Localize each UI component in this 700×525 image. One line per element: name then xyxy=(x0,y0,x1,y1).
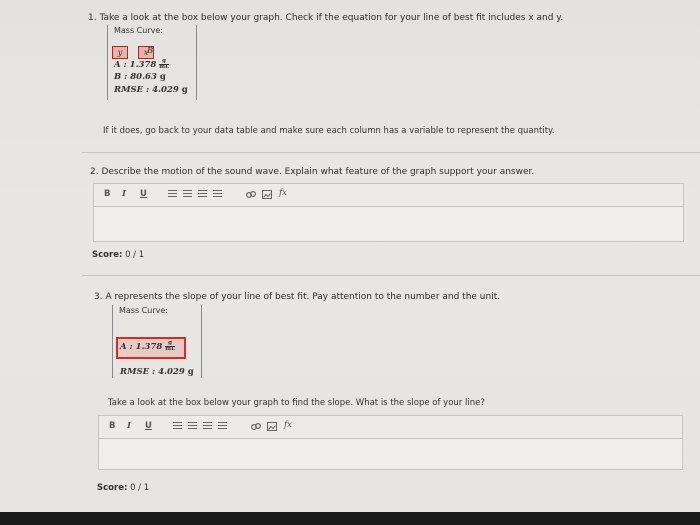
a-unit: g mL xyxy=(165,340,175,352)
a-value: A : 1.378 xyxy=(120,342,163,352)
answer-3-input[interactable] xyxy=(98,438,683,470)
indent-icon[interactable] xyxy=(213,190,222,198)
a-unit: g mL xyxy=(159,58,169,70)
outdent-icon[interactable] xyxy=(198,190,207,198)
a-value: A : 1.378 xyxy=(114,60,157,70)
numbered-list-icon[interactable] xyxy=(183,190,192,198)
answer-2-input[interactable] xyxy=(93,206,684,242)
score-2: Score: 0 / 1 xyxy=(92,250,145,260)
bold-button[interactable]: B xyxy=(109,420,115,432)
b-symbol: B xyxy=(147,46,154,56)
bullet-list-icon[interactable] xyxy=(168,190,177,198)
rmse-value-line: RMSE : 4.029 g xyxy=(114,85,188,95)
question-3-prompt: Take a look at the box below your graph … xyxy=(108,398,485,408)
formula-icon[interactable]: fx xyxy=(279,187,287,199)
b-value-line: B : 80.63 g xyxy=(114,72,166,82)
bullet-list-icon[interactable] xyxy=(173,422,182,430)
screen: 1. Take a look at the box below your gra… xyxy=(0,0,700,512)
mass-curve-box-3: Mass Curve: A : 1.378 g mL RMSE : 4.029 g xyxy=(112,305,202,378)
italic-button[interactable]: I xyxy=(122,188,126,200)
mass-curve-title: Mass Curve: xyxy=(119,306,168,315)
italic-button[interactable]: I xyxy=(127,420,131,432)
link-icon[interactable] xyxy=(246,190,256,199)
underline-button[interactable]: U xyxy=(140,188,147,200)
mass-curve-box-1: Mass Curve: y x B A : 1.378 g mL B : 80.6… xyxy=(107,25,197,100)
screen-bezel xyxy=(0,512,700,525)
mass-curve-title: Mass Curve: xyxy=(114,26,163,35)
link-icon[interactable] xyxy=(251,422,261,431)
y-symbol-highlight: y xyxy=(112,46,128,59)
a-value-line: A : 1.378 g mL xyxy=(114,58,169,70)
a-value-line: A : 1.378 g mL xyxy=(120,340,175,352)
question-2-text: 2. Describe the motion of the sound wave… xyxy=(90,167,535,177)
indent-icon[interactable] xyxy=(218,422,227,430)
underline-button[interactable]: U xyxy=(145,420,152,432)
question-1-followup: If it does, go back to your data table a… xyxy=(103,126,555,136)
question-3-text: 3. A represents the slope of your line o… xyxy=(94,292,501,302)
divider xyxy=(82,275,700,276)
formula-icon[interactable]: fx xyxy=(284,419,292,431)
numbered-list-icon[interactable] xyxy=(188,422,197,430)
rmse-value-line: RMSE : 4.029 g xyxy=(120,367,194,377)
question-1-text: 1. Take a look at the box below your gra… xyxy=(88,13,564,23)
image-icon[interactable] xyxy=(262,190,272,199)
bold-button[interactable]: B xyxy=(104,188,110,200)
answer-2-toolbar: B I U fx xyxy=(93,183,684,206)
image-icon[interactable] xyxy=(267,422,277,431)
answer-3-toolbar: B I U fx xyxy=(98,415,683,438)
divider xyxy=(82,152,700,153)
outdent-icon[interactable] xyxy=(203,422,212,430)
score-3: Score: 0 / 1 xyxy=(97,483,150,493)
